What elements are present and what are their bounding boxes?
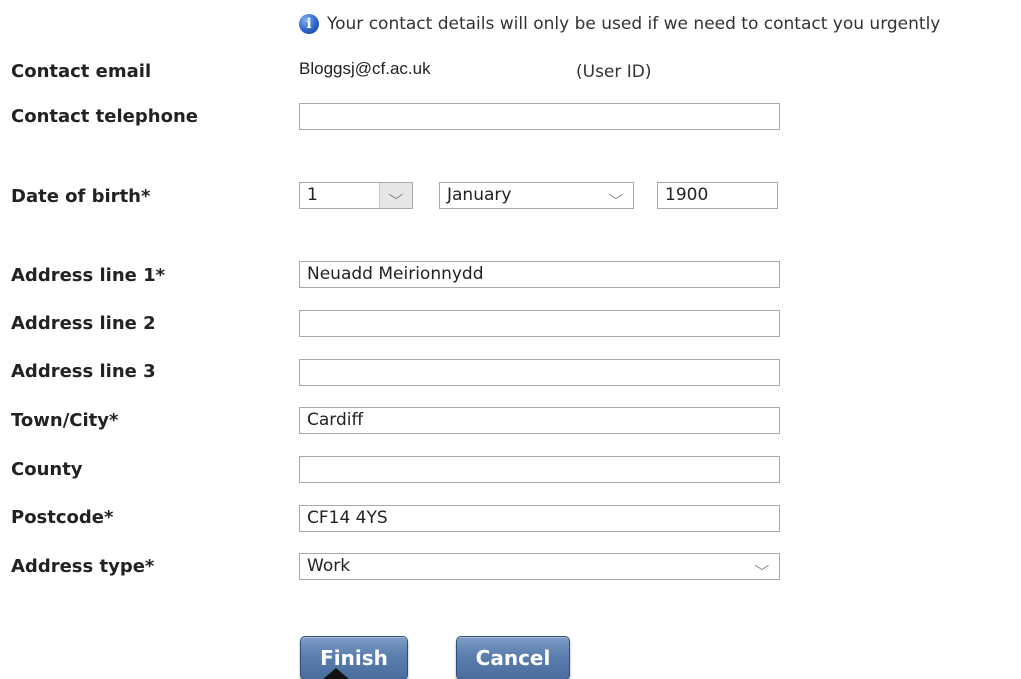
chevron-down-icon: ⌵ — [754, 559, 770, 574]
finish-button[interactable]: Finish — [300, 636, 408, 679]
chevron-down-icon: ⌵ — [608, 188, 624, 203]
contact-telephone-label: Contact telephone — [11, 106, 198, 127]
info-message-text: Your contact details will only be used i… — [327, 14, 941, 34]
county-label: County — [11, 459, 83, 480]
address-type-label: Address type* — [11, 556, 155, 577]
address-line-1-label: Address line 1* — [11, 265, 166, 286]
dob-day-select[interactable]: 1 ⌵ — [299, 182, 413, 209]
dob-year-input[interactable]: 1900 — [657, 182, 778, 209]
cancel-button[interactable]: Cancel — [456, 636, 570, 679]
dob-day-dropdown-button[interactable]: ⌵ — [379, 183, 412, 208]
town-city-label: Town/City* — [11, 410, 119, 431]
dob-day-value: 1 — [307, 185, 318, 205]
town-city-input[interactable]: Cardiff — [299, 407, 780, 434]
address-line-2-label: Address line 2 — [11, 313, 156, 334]
contact-email-value: Bloggsj@cf.ac.uk — [299, 59, 431, 78]
postcode-label: Postcode* — [11, 507, 114, 528]
contact-telephone-input[interactable] — [299, 103, 780, 130]
contact-email-label: Contact email — [11, 61, 152, 82]
address-line-2-input[interactable] — [299, 310, 780, 337]
user-id-note: (User ID) — [576, 62, 652, 82]
address-type-value: Work — [307, 556, 351, 576]
county-input[interactable] — [299, 456, 780, 483]
contact-details-form: i Your contact details will only be used… — [0, 0, 1021, 679]
address-line-3-input[interactable] — [299, 359, 780, 386]
postcode-input[interactable]: CF14 4YS — [299, 505, 780, 532]
address-line-1-input[interactable]: Neuadd Meirionnydd — [299, 261, 780, 288]
address-type-select[interactable]: Work ⌵ — [299, 553, 780, 580]
dob-month-value: January — [447, 185, 512, 205]
info-message: i Your contact details will only be used… — [299, 12, 941, 36]
mouse-cursor-icon — [323, 668, 349, 679]
info-icon: i — [299, 14, 319, 34]
dob-month-select[interactable]: January ⌵ — [439, 182, 634, 209]
date-of-birth-label: Date of birth* — [11, 186, 151, 207]
chevron-down-icon: ⌵ — [388, 188, 404, 203]
address-line-3-label: Address line 3 — [11, 361, 156, 382]
